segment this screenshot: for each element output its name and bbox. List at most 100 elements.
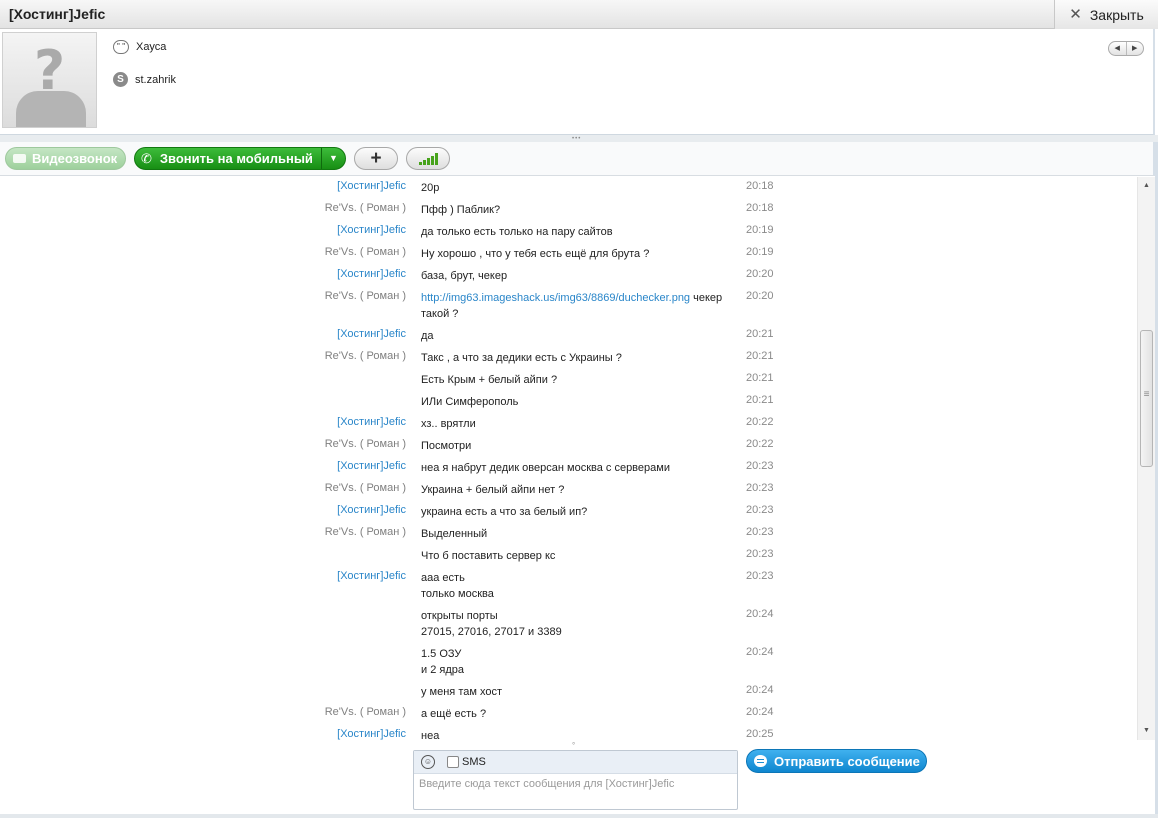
- message-line: да: [421, 330, 434, 342]
- message-line: ИЛи Симферополь: [421, 396, 519, 408]
- signal-bars-icon: [418, 152, 438, 165]
- message-sender[interactable]: Re'Vs. ( Роман ): [325, 202, 406, 214]
- message-time: 20:20: [746, 290, 774, 302]
- message-line: 20р: [421, 182, 440, 194]
- message-line: только москва: [421, 588, 494, 600]
- message-compose: ☺ SMS Введите сюда текст сообщения для […: [413, 750, 738, 810]
- message-line: неа: [421, 730, 440, 740]
- message-sender[interactable]: [Хостинг]Jefic: [337, 268, 406, 280]
- message-input[interactable]: Введите сюда текст сообщения для [Хостин…: [419, 778, 674, 790]
- video-call-label: Видеозвонок: [32, 151, 118, 166]
- message-text: у меня там хост: [421, 684, 741, 700]
- message-time: 20:21: [746, 372, 774, 384]
- add-button[interactable]: +: [354, 147, 398, 170]
- message-time: 20:21: [746, 394, 774, 406]
- message-sender[interactable]: Re'Vs. ( Роман ): [325, 350, 406, 362]
- avatar[interactable]: ?: [2, 32, 97, 128]
- message-time: 20:20: [746, 268, 774, 280]
- message-sender[interactable]: Re'Vs. ( Роман ): [325, 526, 406, 538]
- message-line: Пфф ) Паблик?: [421, 204, 501, 216]
- message-sender[interactable]: Re'Vs. ( Роман ): [325, 438, 406, 450]
- scroll-thumb[interactable]: [1140, 330, 1153, 467]
- resize-grip-icon: •••: [572, 136, 582, 142]
- message-line: такой ?: [421, 308, 459, 320]
- message-sender[interactable]: Re'Vs. ( Роман ): [325, 482, 406, 494]
- panel-resizer[interactable]: •••: [0, 135, 1158, 142]
- chat-history[interactable]: [Хостинг]Jefic 20р 20:18 Re'Vs. ( Роман ) Пф…: [0, 177, 1137, 740]
- message-time: 20:22: [746, 438, 774, 450]
- call-quality-button[interactable]: [406, 147, 450, 170]
- close-button[interactable]: ✕ Закрыть: [1054, 0, 1158, 29]
- message-text: открыты порты 27015, 27016, 27017 и 3389: [421, 608, 741, 640]
- chevron-down-icon[interactable]: ▼: [321, 148, 345, 169]
- message-sender[interactable]: [Хостинг]Jefic: [337, 504, 406, 516]
- close-label: Закрыть: [1089, 6, 1144, 23]
- message-time: 20:24: [746, 608, 774, 620]
- message-line: ааа есть: [421, 572, 465, 584]
- message-text: 20р: [421, 180, 741, 196]
- previous-arrow-icon[interactable]: ◀: [1109, 42, 1126, 55]
- message-line: база, брут, чекер: [421, 270, 508, 282]
- message-text: Украина + белый айпи нет ?: [421, 482, 741, 498]
- message-text: украина есть а что за белый ип?: [421, 504, 741, 520]
- compose-resize-grip[interactable]: °: [572, 741, 575, 750]
- mood-message-icon: " ": [113, 40, 129, 54]
- message-line: Украина + белый айпи нет ?: [421, 484, 565, 496]
- message-time: 20:25: [746, 728, 774, 740]
- skype-name-row: S st.zahrik: [113, 72, 176, 87]
- message-sender[interactable]: Re'Vs. ( Роман ): [325, 290, 406, 302]
- video-call-button[interactable]: Видеозвонок: [5, 147, 126, 170]
- message-time: 20:24: [746, 684, 774, 696]
- message-text: Ну хорошо , что у тебя есть ещё для брут…: [421, 246, 741, 262]
- message-sender[interactable]: [Хостинг]Jefic: [337, 416, 406, 428]
- message-time: 20:21: [746, 350, 774, 362]
- message-text: да только есть только на пару сайтов: [421, 224, 741, 240]
- skype-icon: S: [113, 72, 128, 87]
- message-sender[interactable]: Re'Vs. ( Роман ): [325, 246, 406, 258]
- window-title: [Хостинг]Jefic: [9, 6, 106, 22]
- message-text: а ещё есть ?: [421, 706, 741, 722]
- message-sender[interactable]: [Хостинг]Jefic: [337, 224, 406, 236]
- message-line: да только есть только на пару сайтов: [421, 226, 613, 238]
- call-mobile-button[interactable]: ✆ Звонить на мобильный ▼: [134, 147, 346, 170]
- message-time: 20:23: [746, 570, 774, 582]
- call-mobile-label: Звонить на мобильный: [159, 151, 313, 166]
- title-bar: [Хостинг]Jefic ✕ Закрыть: [0, 0, 1158, 29]
- compose-toolbar: ☺ SMS: [414, 751, 737, 774]
- video-camera-icon: [13, 154, 26, 163]
- message-sender[interactable]: [Хостинг]Jefic: [337, 328, 406, 340]
- message-sender[interactable]: [Хостинг]Jefic: [337, 180, 406, 192]
- contact-profile: ? " " Хауса S st.zahrik ◀ ▶: [0, 29, 1155, 135]
- message-time: 20:23: [746, 526, 774, 538]
- message-text: база, брут, чекер: [421, 268, 741, 284]
- message-line: Посмотри: [421, 440, 472, 452]
- emoticon-icon[interactable]: ☺: [421, 755, 435, 769]
- message-text: Пфф ) Паблик?: [421, 202, 741, 218]
- message-line: и 2 ядра: [421, 664, 464, 676]
- send-message-button[interactable]: Отправить сообщение: [746, 749, 927, 773]
- message-sender[interactable]: [Хостинг]Jefic: [337, 728, 406, 740]
- message-link[interactable]: http://img63.imageshack.us/img63/8869/du…: [421, 292, 690, 304]
- message-time: 20:21: [746, 328, 774, 340]
- message-line: неа я набрут дедик оверсан москва с серв…: [421, 462, 670, 474]
- message-sender[interactable]: Re'Vs. ( Роман ): [325, 706, 406, 718]
- message-text: Посмотри: [421, 438, 741, 454]
- scroll-down-icon[interactable]: ▼: [1138, 724, 1155, 738]
- message-line: у меня там хост: [421, 686, 503, 698]
- message-line: 27015, 27016, 27017 и 3389: [421, 626, 562, 638]
- message-sender[interactable]: [Хостинг]Jefic: [337, 460, 406, 472]
- message-time: 20:19: [746, 246, 774, 258]
- message-line: Есть Крым + белый айпи ?: [421, 374, 558, 386]
- message-time: 20:23: [746, 460, 774, 472]
- chat-scrollbar[interactable]: ▲ ▼: [1137, 177, 1155, 740]
- close-icon: ✕: [1069, 6, 1082, 23]
- sms-checkbox[interactable]: [447, 756, 459, 768]
- message-sender[interactable]: [Хостинг]Jefic: [337, 570, 406, 582]
- plus-icon: +: [370, 148, 382, 169]
- next-arrow-icon[interactable]: ▶: [1125, 42, 1144, 55]
- message-text: Такс , а что за дедики есть с Украины ?: [421, 350, 741, 366]
- message-text: неа: [421, 728, 741, 740]
- scroll-up-icon[interactable]: ▲: [1138, 179, 1155, 193]
- message-text: Что б поставить сервер кс: [421, 548, 741, 564]
- message-text: неа я набрут дедик оверсан москва с серв…: [421, 460, 741, 476]
